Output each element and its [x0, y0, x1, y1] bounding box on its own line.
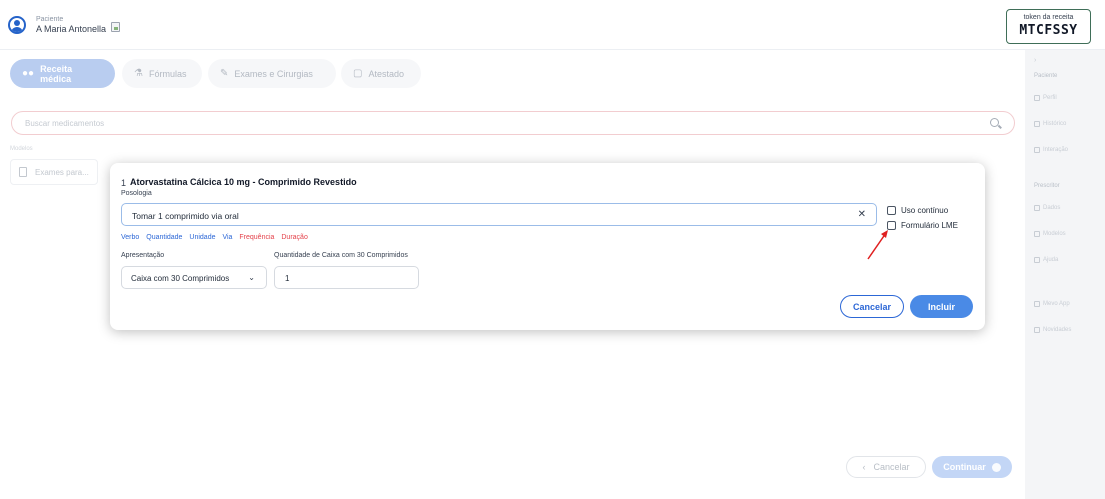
right-sidebar: › Paciente Perfil Histórico Interação Pr… [1025, 50, 1105, 499]
cancel-button[interactable]: Cancelar [840, 295, 904, 318]
back-button-label: Cancelar [873, 462, 910, 472]
phone-icon [1034, 301, 1040, 307]
include-button[interactable]: Incluir [910, 295, 973, 318]
model-card-label: Exames para... [35, 167, 89, 177]
search-icon[interactable] [990, 118, 999, 127]
data-icon [1034, 205, 1040, 211]
chip-unidade[interactable]: Unidade [189, 234, 215, 241]
help-icon [1034, 257, 1040, 263]
patient-name[interactable]: A Maria Antonella [36, 24, 106, 34]
tab-label: Fórmulas [148, 68, 187, 79]
tab-exames-cirurgias[interactable]: ✎ Exames e Cirurgias [208, 59, 336, 88]
back-button[interactable]: ‹ Cancelar [846, 456, 926, 478]
search-placeholder: Buscar medicamentos [25, 119, 105, 128]
template-icon [1034, 231, 1040, 237]
tab-receita-medica[interactable]: ●● Receita médica [10, 59, 115, 88]
medication-search-input[interactable]: Buscar medicamentos [11, 111, 1015, 135]
tab-label: Exames e Cirurgias [234, 68, 313, 79]
continue-button[interactable]: Continuar [932, 456, 1012, 478]
history-icon [1034, 121, 1040, 127]
quantity-label: Quantidade de Caixa com 30 Comprimidos [274, 252, 408, 259]
medication-title: Atorvastatina Cálcica 10 mg - Comprimido… [130, 177, 357, 187]
lme-form-option[interactable]: Formulário LME [887, 221, 958, 230]
continuous-use-checkbox[interactable] [887, 206, 896, 215]
broken-image-icon [111, 22, 120, 32]
medication-index: 1 [121, 178, 127, 188]
sidebar-section-title: Prescritor [1034, 183, 1060, 189]
chevron-left-icon: ‹ [862, 462, 866, 472]
quantity-value: 1 [285, 274, 290, 283]
chip-via[interactable]: Via [222, 234, 232, 241]
continuous-use-option[interactable]: Uso contínuo [887, 206, 948, 215]
dosage-value: Tomar 1 comprimido via oral [132, 211, 239, 221]
continue-button-label: Continuar [943, 462, 986, 472]
sidebar-section-title: Paciente [1034, 73, 1058, 79]
chevron-right-icon[interactable]: › [1034, 57, 1036, 64]
quantity-input[interactable]: 1 [274, 266, 419, 289]
sidebar-item-dados[interactable]: Dados [1034, 205, 1060, 211]
apresentacao-value: Caixa com 30 Comprimidos [131, 274, 230, 283]
chevron-down-icon: ⌄ [248, 273, 255, 282]
patient-avatar-icon[interactable] [8, 16, 26, 34]
document-icon [19, 167, 27, 177]
sidebar-item-historico[interactable]: Histórico [1034, 121, 1066, 127]
prescription-token-box: token da receita MTCFSSY [1006, 9, 1091, 44]
bulb-icon [1034, 327, 1040, 333]
posologia-label: Posologia [121, 190, 152, 197]
chip-quantidade[interactable]: Quantidade [146, 234, 182, 241]
sidebar-item-mevo-app[interactable]: Mevo App [1034, 301, 1070, 307]
chip-verbo[interactable]: Verbo [121, 234, 139, 241]
flask-icon: ⚗ [134, 68, 143, 79]
tab-label: Receita médica [40, 63, 73, 84]
sidebar-item-perfil[interactable]: Perfil [1034, 95, 1057, 101]
sidebar-item-novidades[interactable]: Novidades [1034, 327, 1071, 333]
arrow-circle-icon [991, 462, 1001, 472]
clear-icon[interactable]: ✕ [858, 209, 866, 220]
add-medication-modal: 1 Atorvastatina Cálcica 10 mg - Comprimi… [110, 163, 985, 330]
document-plus-icon: ▢ [353, 68, 363, 79]
tab-formulas[interactable]: ⚗ Fórmulas [122, 59, 202, 88]
dosage-hint-chips: Verbo Quantidade Unidade Via Frequência … [121, 234, 313, 241]
dosage-input[interactable]: Tomar 1 comprimido via oral ✕ [121, 203, 877, 226]
pencil-icon: ✎ [220, 68, 229, 79]
tab-atestado[interactable]: ▢ Atestado [341, 59, 421, 88]
apresentacao-select[interactable]: Caixa com 30 Comprimidos ⌄ [121, 266, 267, 289]
models-label: Modelos [10, 146, 33, 152]
patient-label: Paciente [36, 16, 64, 23]
annotation-arrow-icon [867, 230, 888, 260]
sidebar-item-ajuda[interactable]: Ajuda [1034, 257, 1058, 263]
sidebar-item-interacao[interactable]: Interação [1034, 147, 1068, 153]
model-card[interactable]: Exames para... [10, 159, 98, 185]
apresentacao-label: Apresentação [121, 252, 165, 259]
link-icon [1034, 147, 1040, 153]
token-label: token da receita [1023, 14, 1074, 21]
continuous-use-label: Uso contínuo [901, 206, 949, 215]
user-icon [1034, 95, 1040, 101]
top-header: Paciente A Maria Antonella token da rece… [0, 0, 1105, 50]
chip-frequencia[interactable]: Frequência [239, 234, 274, 241]
chip-duracao[interactable]: Duração [281, 234, 307, 241]
token-value: MTCFSSY [1019, 23, 1078, 38]
sidebar-item-modelos[interactable]: Modelos [1034, 231, 1066, 237]
lme-form-label: Formulário LME [901, 221, 958, 230]
tab-label: Atestado [368, 68, 404, 79]
pills-icon: ●● [22, 68, 35, 79]
